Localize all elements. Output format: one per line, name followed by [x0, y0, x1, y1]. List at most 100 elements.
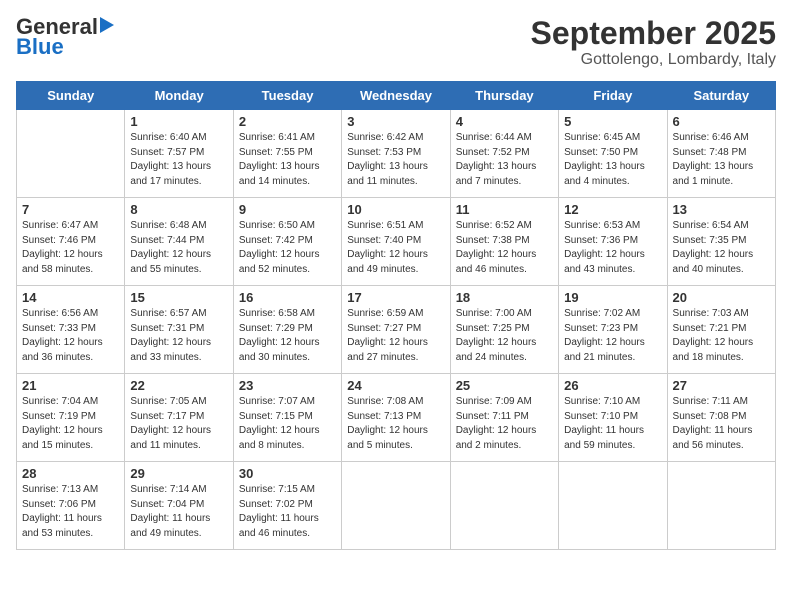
header-row: SundayMondayTuesdayWednesdayThursdayFrid… [17, 82, 776, 110]
calendar-cell: 6 Sunrise: 6:46 AM Sunset: 7:48 PM Daylig… [667, 110, 775, 198]
logo-blue: Blue [16, 36, 64, 58]
calendar-cell: 25 Sunrise: 7:09 AM Sunset: 7:11 PM Dayli… [450, 374, 558, 462]
cell-daylight-info: Sunrise: 6:41 AM Sunset: 7:55 PM Dayligh… [239, 131, 336, 189]
cell-date-number: 20 [673, 290, 770, 305]
cell-daylight-info: Sunrise: 6:45 AM Sunset: 7:50 PM Dayligh… [564, 131, 661, 189]
logo-flag-icon [100, 17, 114, 37]
cell-date-number: 10 [347, 202, 444, 217]
calendar-cell: 16Sunrise: 6:58 AM Sunset: 7:29 PM Dayli… [233, 286, 341, 374]
day-header-tuesday: Tuesday [233, 82, 341, 110]
cell-date-number: 25 [456, 378, 553, 393]
calendar-cell: 8Sunrise: 6:48 AM Sunset: 7:44 PM Daylig… [125, 198, 233, 286]
day-header-saturday: Saturday [667, 82, 775, 110]
calendar-cell: 5 Sunrise: 6:45 AM Sunset: 7:50 PM Daylig… [559, 110, 667, 198]
cell-date-number: 17 [347, 290, 444, 305]
calendar-cell: 29 Sunrise: 7:14 AM Sunset: 7:04 PM Dayli… [125, 462, 233, 550]
cell-daylight-info: Sunrise: 6:47 AM Sunset: 7:46 PM Dayligh… [22, 219, 119, 277]
cell-date-number: 22 [130, 378, 227, 393]
day-header-monday: Monday [125, 82, 233, 110]
cell-daylight-info: Sunrise: 6:48 AM Sunset: 7:44 PM Dayligh… [130, 219, 227, 277]
cell-daylight-info: Sunrise: 7:00 AM Sunset: 7:25 PM Dayligh… [456, 307, 553, 365]
cell-date-number: 6 [673, 114, 770, 129]
cell-daylight-info: Sunrise: 6:54 AM Sunset: 7:35 PM Dayligh… [673, 219, 770, 277]
week-row-2: 14 Sunrise: 6:56 AM Sunset: 7:33 PM Dayli… [17, 286, 776, 374]
calendar-cell: 20 Sunrise: 7:03 AM Sunset: 7:21 PM Dayli… [667, 286, 775, 374]
day-header-friday: Friday [559, 82, 667, 110]
calendar-cell: 17 Sunrise: 6:59 AM Sunset: 7:27 PM Dayli… [342, 286, 450, 374]
cell-daylight-info: Sunrise: 6:42 AM Sunset: 7:53 PM Dayligh… [347, 131, 444, 189]
cell-daylight-info: Sunrise: 6:57 AM Sunset: 7:31 PM Dayligh… [130, 307, 227, 365]
cell-date-number: 19 [564, 290, 661, 305]
cell-daylight-info: Sunrise: 7:04 AM Sunset: 7:19 PM Dayligh… [22, 395, 119, 453]
cell-date-number: 28 [22, 466, 119, 481]
calendar-cell [342, 462, 450, 550]
cell-date-number: 29 [130, 466, 227, 481]
cell-daylight-info: Sunrise: 6:46 AM Sunset: 7:48 PM Dayligh… [673, 131, 770, 189]
calendar-cell: 27 Sunrise: 7:11 AM Sunset: 7:08 PM Dayli… [667, 374, 775, 462]
cell-date-number: 26 [564, 378, 661, 393]
calendar-cell [559, 462, 667, 550]
calendar-cell: 21 Sunrise: 7:04 AM Sunset: 7:19 PM Dayli… [17, 374, 125, 462]
calendar-cell: 26 Sunrise: 7:10 AM Sunset: 7:10 PM Dayli… [559, 374, 667, 462]
calendar-cell: 10 Sunrise: 6:51 AM Sunset: 7:40 PM Dayli… [342, 198, 450, 286]
calendar-cell: 14 Sunrise: 6:56 AM Sunset: 7:33 PM Dayli… [17, 286, 125, 374]
cell-date-number: 12 [564, 202, 661, 217]
cell-daylight-info: Sunrise: 7:13 AM Sunset: 7:06 PM Dayligh… [22, 483, 119, 541]
cell-date-number: 18 [456, 290, 553, 305]
week-row-4: 28 Sunrise: 7:13 AM Sunset: 7:06 PM Dayli… [17, 462, 776, 550]
calendar-table: SundayMondayTuesdayWednesdayThursdayFrid… [16, 81, 776, 550]
day-header-sunday: Sunday [17, 82, 125, 110]
calendar-cell [17, 110, 125, 198]
cell-daylight-info: Sunrise: 7:03 AM Sunset: 7:21 PM Dayligh… [673, 307, 770, 365]
calendar-cell: 28 Sunrise: 7:13 AM Sunset: 7:06 PM Dayli… [17, 462, 125, 550]
calendar-cell: 22Sunrise: 7:05 AM Sunset: 7:17 PM Dayli… [125, 374, 233, 462]
cell-date-number: 24 [347, 378, 444, 393]
cell-daylight-info: Sunrise: 6:44 AM Sunset: 7:52 PM Dayligh… [456, 131, 553, 189]
day-header-wednesday: Wednesday [342, 82, 450, 110]
cell-daylight-info: Sunrise: 7:10 AM Sunset: 7:10 PM Dayligh… [564, 395, 661, 453]
cell-date-number: 4 [456, 114, 553, 129]
cell-date-number: 21 [22, 378, 119, 393]
cell-daylight-info: Sunrise: 7:15 AM Sunset: 7:02 PM Dayligh… [239, 483, 336, 541]
cell-daylight-info: Sunrise: 6:50 AM Sunset: 7:42 PM Dayligh… [239, 219, 336, 277]
cell-daylight-info: Sunrise: 6:53 AM Sunset: 7:36 PM Dayligh… [564, 219, 661, 277]
cell-date-number: 9 [239, 202, 336, 217]
cell-daylight-info: Sunrise: 7:11 AM Sunset: 7:08 PM Dayligh… [673, 395, 770, 453]
calendar-cell: 11Sunrise: 6:52 AM Sunset: 7:38 PM Dayli… [450, 198, 558, 286]
cell-daylight-info: Sunrise: 6:51 AM Sunset: 7:40 PM Dayligh… [347, 219, 444, 277]
calendar-cell: 23Sunrise: 7:07 AM Sunset: 7:15 PM Dayli… [233, 374, 341, 462]
cell-daylight-info: Sunrise: 6:56 AM Sunset: 7:33 PM Dayligh… [22, 307, 119, 365]
cell-date-number: 14 [22, 290, 119, 305]
cell-daylight-info: Sunrise: 7:02 AM Sunset: 7:23 PM Dayligh… [564, 307, 661, 365]
cell-daylight-info: Sunrise: 6:52 AM Sunset: 7:38 PM Dayligh… [456, 219, 553, 277]
location-title: Gottolengo, Lombardy, Italy [531, 51, 776, 69]
cell-date-number: 2 [239, 114, 336, 129]
week-row-3: 21 Sunrise: 7:04 AM Sunset: 7:19 PM Dayli… [17, 374, 776, 462]
cell-daylight-info: Sunrise: 7:09 AM Sunset: 7:11 PM Dayligh… [456, 395, 553, 453]
calendar-cell: 19 Sunrise: 7:02 AM Sunset: 7:23 PM Dayli… [559, 286, 667, 374]
cell-date-number: 5 [564, 114, 661, 129]
week-row-1: 7Sunrise: 6:47 AM Sunset: 7:46 PM Daylig… [17, 198, 776, 286]
cell-date-number: 30 [239, 466, 336, 481]
cell-date-number: 27 [673, 378, 770, 393]
calendar-cell: 7Sunrise: 6:47 AM Sunset: 7:46 PM Daylig… [17, 198, 125, 286]
logo: General Blue [16, 16, 114, 58]
calendar-cell: 2 Sunrise: 6:41 AM Sunset: 7:55 PM Daylig… [233, 110, 341, 198]
cell-daylight-info: Sunrise: 7:08 AM Sunset: 7:13 PM Dayligh… [347, 395, 444, 453]
cell-daylight-info: Sunrise: 6:59 AM Sunset: 7:27 PM Dayligh… [347, 307, 444, 365]
calendar-cell: 3Sunrise: 6:42 AM Sunset: 7:53 PM Daylig… [342, 110, 450, 198]
title-block: September 2025 Gottolengo, Lombardy, Ita… [531, 16, 776, 69]
calendar-cell: 13 Sunrise: 6:54 AM Sunset: 7:35 PM Dayli… [667, 198, 775, 286]
calendar-cell: 4 Sunrise: 6:44 AM Sunset: 7:52 PM Daylig… [450, 110, 558, 198]
week-row-0: 1Sunrise: 6:40 AM Sunset: 7:57 PM Daylig… [17, 110, 776, 198]
cell-daylight-info: Sunrise: 6:58 AM Sunset: 7:29 PM Dayligh… [239, 307, 336, 365]
calendar-cell: 9 Sunrise: 6:50 AM Sunset: 7:42 PM Daylig… [233, 198, 341, 286]
cell-daylight-info: Sunrise: 7:07 AM Sunset: 7:15 PM Dayligh… [239, 395, 336, 453]
cell-date-number: 13 [673, 202, 770, 217]
day-header-thursday: Thursday [450, 82, 558, 110]
cell-date-number: 15 [130, 290, 227, 305]
calendar-cell: 24 Sunrise: 7:08 AM Sunset: 7:13 PM Dayli… [342, 374, 450, 462]
cell-daylight-info: Sunrise: 6:40 AM Sunset: 7:57 PM Dayligh… [130, 131, 227, 189]
cell-daylight-info: Sunrise: 7:14 AM Sunset: 7:04 PM Dayligh… [130, 483, 227, 541]
calendar-cell: 12 Sunrise: 6:53 AM Sunset: 7:36 PM Dayli… [559, 198, 667, 286]
